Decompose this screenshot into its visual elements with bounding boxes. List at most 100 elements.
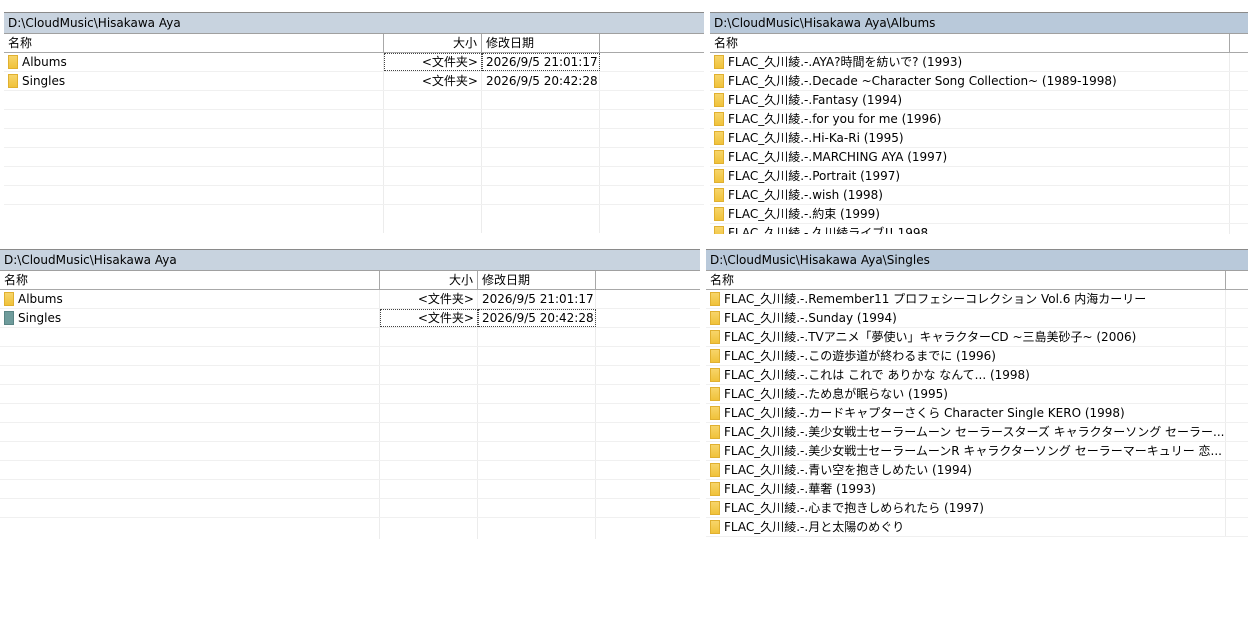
list-item[interactable]: FLAC_久川綾.-.ため息が眠らない (1995) [706, 385, 1248, 404]
folder-icon [710, 425, 720, 439]
list-item[interactable]: FLAC_久川綾.-.この遊歩道が終わるまでに (1996) [706, 347, 1248, 366]
top-left-file-list: Albums <文件夹> 2026/9/5 21:01:17 Singles <… [4, 53, 704, 233]
bottom-right-pane: D:\CloudMusic\Hisakawa Aya\Singles 名称 FL… [706, 249, 1248, 539]
folder-icon [710, 311, 720, 325]
item-modified: 2026/9/5 21:01:17 [482, 292, 594, 306]
item-modified: 2026/9/5 21:01:17 [482, 53, 600, 71]
item-name: FLAC_久川綾.-.wish (1998) [728, 188, 883, 202]
item-name: FLAC_久川綾.-.Hi-Ka-Ri (1995) [728, 131, 904, 145]
bottom-right-path-bar[interactable]: D:\CloudMusic\Hisakawa Aya\Singles [706, 249, 1248, 271]
top-right-column-header: 名称 [710, 34, 1248, 53]
folder-icon [714, 93, 724, 107]
top-left-path-bar[interactable]: D:\CloudMusic\Hisakawa Aya [4, 12, 704, 34]
item-size: <文件夹> [384, 53, 482, 71]
folder-icon [710, 368, 720, 382]
item-name: FLAC_久川綾.-.Remember11 プロフェシーコレクション Vol.6… [724, 292, 1147, 306]
folder-icon [4, 292, 14, 306]
item-name: Albums [18, 292, 63, 306]
folder-icon [714, 188, 724, 202]
item-name: FLAC_久川綾.-.華奢 (1993) [724, 482, 876, 496]
list-item[interactable]: FLAC_久川綾.-.Fantasy (1994) [710, 91, 1248, 110]
top-right-file-list: FLAC_久川綾.-.AYA?時間を紡いで? (1993) FLAC_久川綾.-… [710, 53, 1248, 234]
item-modified: 2026/9/5 20:42:28 [486, 74, 598, 88]
item-name: Singles [22, 74, 66, 88]
bottom-right-file-list: FLAC_久川綾.-.Remember11 プロフェシーコレクション Vol.6… [706, 290, 1248, 537]
item-name: FLAC_久川綾.-.心まで抱きしめられたら (1997) [724, 501, 984, 515]
list-item[interactable]: FLAC_久川綾.-.月と太陽のめぐり [706, 518, 1248, 537]
item-name: FLAC_久川綾.-.美少女戦士セーラームーン セーラースターズ キャラクターソ… [724, 425, 1225, 439]
item-name: FLAC_久川綾.-.月と太陽のめぐり [724, 520, 905, 534]
item-name: Albums [22, 55, 67, 69]
folder-icon [710, 292, 720, 306]
list-item[interactable]: FLAC_久川綾.-.Hi-Ka-Ri (1995) [710, 129, 1248, 148]
list-item[interactable]: Albums <文件夹> 2026/9/5 21:01:17 [4, 53, 704, 72]
item-name: FLAC_久川綾.-.Decade ~Character Song Collec… [728, 74, 1117, 88]
list-item[interactable]: FLAC_久川綾.-.MARCHING AYA (1997) [710, 148, 1248, 167]
bottom-left-path-bar[interactable]: D:\CloudMusic\Hisakawa Aya [0, 249, 700, 271]
list-item-selected[interactable]: Singles <文件夹> 2026/9/5 20:42:28 [0, 309, 700, 328]
list-item[interactable]: Albums <文件夹> 2026/9/5 21:01:17 [0, 290, 700, 309]
list-item[interactable]: FLAC_久川綾.-.Portrait (1997) [710, 167, 1248, 186]
folder-icon [710, 520, 720, 534]
folder-icon [710, 501, 720, 515]
item-name: FLAC_久川綾.-.MARCHING AYA (1997) [728, 150, 948, 164]
item-name: FLAC_久川綾.-.カードキャプターさくら Character Single … [724, 406, 1125, 420]
column-size-header[interactable]: 大小 [384, 34, 482, 52]
folder-icon [8, 55, 18, 69]
folder-icon [4, 311, 14, 325]
item-name: FLAC_久川綾.-.Sunday (1994) [724, 311, 897, 325]
item-name: FLAC_久川綾.-.この遊歩道が終わるまでに (1996) [724, 349, 996, 363]
item-size: <文件夹> [380, 309, 478, 327]
item-name: FLAC_久川綾.-.青い空を抱きしめたい (1994) [724, 463, 972, 477]
item-size: <文件夹> [417, 292, 474, 306]
list-item[interactable]: FLAC_久川綾.-.約束 (1999) [710, 205, 1248, 224]
folder-icon [714, 150, 724, 164]
list-item[interactable]: FLAC_久川綾.-.Sunday (1994) [706, 309, 1248, 328]
top-right-path-bar[interactable]: D:\CloudMusic\Hisakawa Aya\Albums [710, 12, 1248, 34]
column-name-header[interactable]: 名称 [710, 34, 1230, 52]
list-item[interactable]: FLAC_久川綾.-.これは これで ありかな なんて... (1998) [706, 366, 1248, 385]
list-item[interactable]: FLAC_久川綾.-.青い空を抱きしめたい (1994) [706, 461, 1248, 480]
column-modified-header[interactable]: 修改日期 [482, 34, 600, 52]
item-modified: 2026/9/5 20:42:28 [478, 309, 596, 327]
item-size: <文件夹> [421, 74, 478, 88]
folder-icon [714, 131, 724, 145]
folder-icon [710, 444, 720, 458]
column-name-header[interactable]: 名称 [0, 271, 380, 289]
folder-icon [710, 387, 720, 401]
list-item[interactable]: FLAC_久川綾.-.美少女戦士セーラームーンR キャラクターソング セーラーマ… [706, 442, 1248, 461]
folder-icon [714, 112, 724, 126]
column-size-header[interactable]: 大小 [380, 271, 478, 289]
list-item[interactable]: FLAC_久川綾.-.カードキャプターさくら Character Single … [706, 404, 1248, 423]
top-left-column-header: 名称 大小 修改日期 [4, 34, 704, 53]
list-item[interactable]: FLAC_久川綾.-.TVアニメ「夢使い」キャラクターCD ~三島美砂子~ (2… [706, 328, 1248, 347]
folder-icon [710, 349, 720, 363]
column-modified-header[interactable]: 修改日期 [478, 271, 596, 289]
list-item[interactable]: FLAC_久川綾.-.Decade ~Character Song Collec… [710, 72, 1248, 91]
item-name: FLAC_久川綾.-.TVアニメ「夢使い」キャラクターCD ~三島美砂子~ (2… [724, 330, 1137, 344]
list-item[interactable]: FLAC_久川綾.-.美少女戦士セーラームーン セーラースターズ キャラクターソ… [706, 423, 1248, 442]
folder-icon [710, 406, 720, 420]
bottom-left-file-list: Albums <文件夹> 2026/9/5 21:01:17 Singles <… [0, 290, 700, 539]
list-item[interactable]: FLAC_久川綾.-.Remember11 プロフェシーコレクション Vol.6… [706, 290, 1248, 309]
item-name: FLAC_久川綾.-.約束 (1999) [728, 207, 880, 221]
list-item[interactable]: FLAC_久川綾.-.久川綾ライブ!! 1998 [710, 224, 1248, 234]
folder-icon [710, 482, 720, 496]
column-name-header[interactable]: 名称 [706, 271, 1226, 289]
item-name: FLAC_久川綾.-.ため息が眠らない (1995) [724, 387, 948, 401]
list-item[interactable]: FLAC_久川綾.-.wish (1998) [710, 186, 1248, 205]
bottom-left-pane: D:\CloudMusic\Hisakawa Aya 名称 大小 修改日期 Al… [0, 249, 700, 539]
bottom-right-column-header: 名称 [706, 271, 1248, 290]
item-name: FLAC_久川綾.-.Portrait (1997) [728, 169, 901, 183]
list-item[interactable]: Singles <文件夹> 2026/9/5 20:42:28 [4, 72, 704, 91]
column-name-header[interactable]: 名称 [4, 34, 384, 52]
top-right-pane: D:\CloudMusic\Hisakawa Aya\Albums 名称 FLA… [710, 12, 1248, 234]
item-name: FLAC_久川綾.-.久川綾ライブ!! 1998 [728, 226, 929, 234]
list-item[interactable]: FLAC_久川綾.-.華奢 (1993) [706, 480, 1248, 499]
list-item[interactable]: FLAC_久川綾.-.心まで抱きしめられたら (1997) [706, 499, 1248, 518]
folder-icon [714, 226, 724, 234]
list-item[interactable]: FLAC_久川綾.-.AYA?時間を紡いで? (1993) [710, 53, 1248, 72]
folder-icon [710, 330, 720, 344]
list-item[interactable]: FLAC_久川綾.-.for you for me (1996) [710, 110, 1248, 129]
item-name: FLAC_久川綾.-.これは これで ありかな なんて... (1998) [724, 368, 1030, 382]
